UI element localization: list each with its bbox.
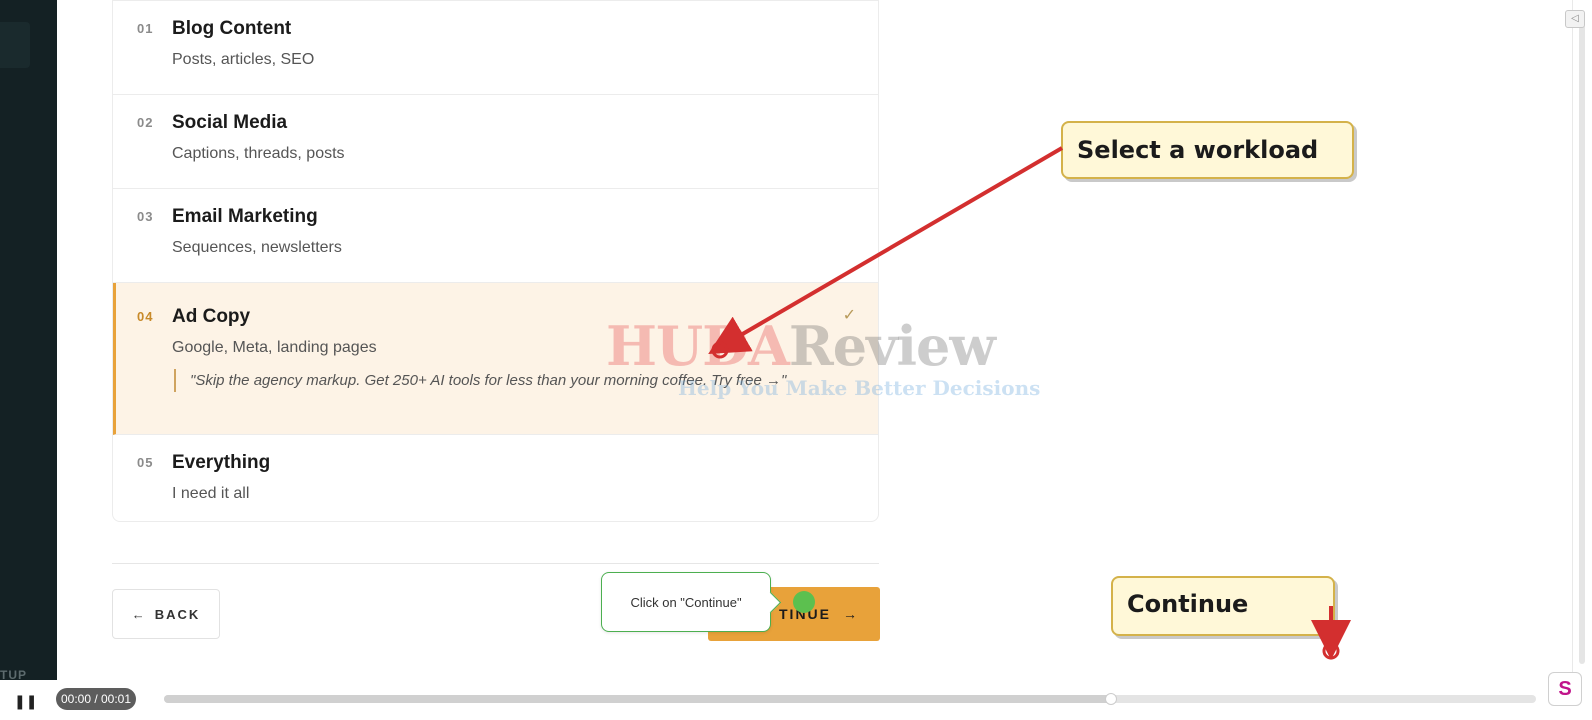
- option-title: Email Marketing: [172, 206, 318, 227]
- callout-text: Select a workload: [1077, 136, 1319, 164]
- option-title: Social Media: [172, 112, 288, 133]
- arrow-left-icon: ←: [131, 606, 147, 622]
- option-number: 04: [137, 309, 154, 324]
- option-quote: "Skip the agency markup. Get 250+ AI too…: [174, 369, 824, 392]
- option-ad-copy[interactable]: 04 Ad Copy ✓ Google, Meta, landing pages…: [113, 283, 878, 435]
- back-button-label: BACK: [154, 606, 201, 622]
- option-number: 03: [137, 209, 154, 224]
- option-email-marketing[interactable]: 03 Email Marketing Sequences, newsletter…: [113, 189, 878, 283]
- back-button[interactable]: ← BACK: [112, 589, 220, 639]
- progress-fill: [164, 695, 1111, 703]
- click-hint-tooltip: Click on "Continue": [601, 572, 771, 632]
- option-number: 02: [137, 115, 154, 130]
- callout-select-workload: Select a workload: [1061, 121, 1354, 179]
- option-number: 05: [137, 455, 154, 470]
- brand-logo-icon[interactable]: S: [1548, 672, 1582, 706]
- option-title: Blog Content: [172, 18, 292, 39]
- progress-knob[interactable]: [1104, 693, 1117, 705]
- option-title: Everything: [172, 452, 271, 473]
- sidebar-chip: [0, 22, 30, 68]
- check-icon: ✓: [842, 307, 856, 324]
- option-subtitle: I need it all: [172, 485, 250, 502]
- option-title: Ad Copy: [172, 306, 251, 327]
- divider: [112, 563, 879, 564]
- workload-options-card: 01 Blog Content Posts, articles, SEO 02 …: [112, 0, 879, 522]
- option-number: 01: [137, 21, 154, 36]
- arrow-right-icon: →: [843, 606, 859, 622]
- video-player-bar: ❚❚ 00:00 / 00:01 S: [0, 672, 1592, 720]
- option-blog-content[interactable]: 01 Blog Content Posts, articles, SEO: [113, 1, 878, 95]
- option-subtitle: Sequences, newsletters: [172, 239, 342, 256]
- click-indicator-dot: [793, 591, 815, 613]
- callout-continue: Continue: [1111, 576, 1335, 636]
- option-subtitle: Google, Meta, landing pages: [172, 339, 377, 356]
- left-sidebar-strip: TUP: [0, 0, 57, 720]
- option-everything[interactable]: 05 Everything I need it all: [113, 435, 878, 521]
- pause-icon[interactable]: ❚❚: [14, 690, 37, 712]
- time-readout: 00:00 / 00:01: [56, 688, 136, 710]
- option-subtitle: Posts, articles, SEO: [172, 51, 315, 68]
- option-social-media[interactable]: 02 Social Media Captions, threads, posts: [113, 95, 878, 189]
- target-marker-icon: [1322, 642, 1340, 660]
- option-subtitle: Captions, threads, posts: [172, 145, 345, 162]
- scroll-thumb[interactable]: [1579, 24, 1585, 664]
- callout-text: Continue: [1127, 590, 1249, 618]
- right-scrollbar[interactable]: [1572, 0, 1592, 720]
- progress-bar[interactable]: [164, 693, 1536, 705]
- hint-text: Click on "Continue": [630, 594, 742, 610]
- volume-icon[interactable]: ◁: [1565, 10, 1585, 28]
